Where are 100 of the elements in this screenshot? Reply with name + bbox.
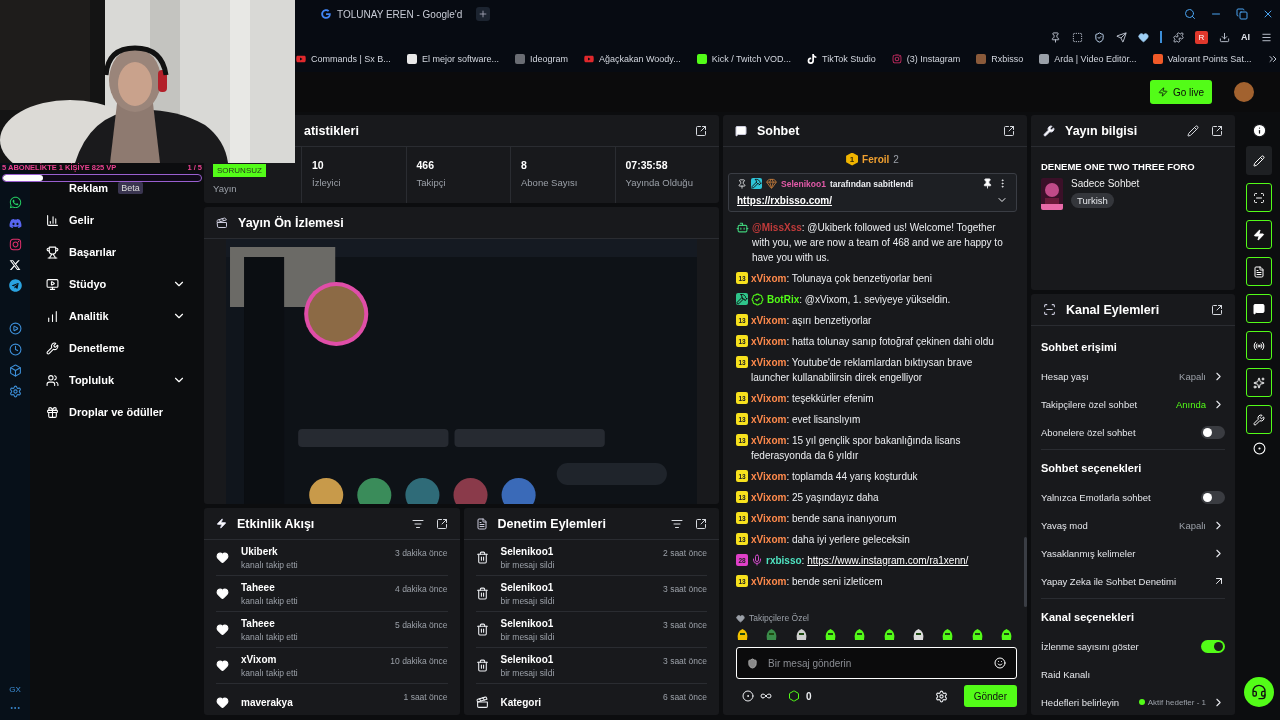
heart-icon[interactable] (1138, 31, 1149, 43)
user-name: Selenikoo1 (500, 653, 555, 665)
toggle-switch[interactable] (1201, 490, 1225, 504)
bookmark[interactable]: (3) Instagram (891, 54, 961, 64)
x-icon[interactable] (9, 259, 21, 271)
download-icon[interactable] (1219, 31, 1230, 43)
search-icon[interactable] (1184, 8, 1196, 20)
toggle-switch[interactable] (1201, 425, 1225, 439)
toggle-switch[interactable] (1201, 639, 1225, 653)
popout-icon[interactable] (1211, 303, 1223, 316)
status-dot (1138, 699, 1145, 705)
emote-icon[interactable] (970, 628, 984, 641)
event-time: 3 dakika önce (395, 548, 448, 558)
edit-button[interactable] (1246, 146, 1272, 175)
bookmark-icon (976, 54, 987, 64)
filter-icon[interactable] (411, 517, 424, 530)
setting-label: Yapay Zeka ile Sohbet Denetimi (1041, 575, 1177, 587)
user-name: Ukiberk (241, 545, 279, 557)
emote-icon[interactable] (824, 628, 837, 641)
wrench-button[interactable] (1246, 405, 1272, 434)
emote-icon[interactable] (736, 628, 749, 641)
go-live-button[interactable]: Go live (1149, 80, 1212, 104)
chat-message: xVixom: daha iyi yerlere geleceksin (751, 533, 911, 547)
edit-icon[interactable] (1187, 124, 1199, 137)
setting-label: Yasaklanmış kelimeler (1041, 547, 1137, 559)
send-button[interactable]: Gönder (963, 685, 1017, 707)
emote-icon[interactable] (941, 628, 955, 641)
unpin-icon[interactable] (982, 178, 993, 189)
emote-icon[interactable] (911, 628, 925, 641)
instagram-icon[interactable] (8, 238, 22, 251)
nav-item[interactable]: Droplar ve ödüller (30, 396, 200, 428)
new-tab-button[interactable] (476, 7, 491, 21)
bookmark[interactable]: Ideogram (514, 54, 568, 64)
broadcast-button[interactable] (1246, 331, 1272, 360)
panel-title: Denetim Eylemleri (497, 516, 606, 531)
popout-icon[interactable] (1003, 124, 1015, 137)
popout-icon[interactable] (695, 124, 707, 137)
telegram-icon[interactable] (8, 279, 22, 292)
nav-icon (46, 405, 59, 419)
preview-button[interactable] (1246, 183, 1272, 212)
send-icon[interactable] (1116, 31, 1127, 43)
info-icon[interactable] (1251, 123, 1267, 138)
nav-item[interactable]: Gelir (30, 204, 200, 236)
channel-button[interactable] (1246, 368, 1272, 397)
whatsapp-icon[interactable] (8, 196, 22, 209)
link[interactable]: https://rxbisso.com/ (737, 194, 832, 206)
restore-icon[interactable] (1236, 8, 1248, 20)
browser-tab[interactable]: TOLUNAY EREN - Google'd (315, 3, 469, 25)
nav-label: Denetleme (69, 342, 125, 354)
ai-button[interactable]: AI (1241, 32, 1250, 42)
emoji-icon[interactable] (994, 657, 1006, 669)
trash-icon (475, 623, 489, 636)
chat-button[interactable] (1246, 294, 1272, 323)
bookmark[interactable]: Kick / Twitch VOD... (696, 54, 791, 64)
emote-icon[interactable] (882, 628, 896, 641)
extension-button[interactable]: R (1195, 30, 1208, 44)
bookmark[interactable]: Arda | Video Editör... (1039, 54, 1137, 64)
nav-item[interactable]: Başarılar (30, 236, 200, 268)
panel-title: Kanal Eylemleri (1066, 302, 1160, 317)
close-icon[interactable] (1262, 8, 1274, 20)
bookmark[interactable]: El mejor software... (406, 54, 499, 64)
chat-message: xVixom: bende sana inanıyorum (751, 512, 898, 526)
emote-icon[interactable] (853, 628, 867, 641)
cube-icon[interactable] (8, 364, 22, 377)
event-text: bir mesajı sildi (500, 631, 556, 642)
nav-item[interactable]: Stüdyo (30, 268, 200, 300)
nav-item[interactable]: Denetleme (30, 332, 200, 364)
bookmark[interactable]: Valorant Points Sat... (1152, 54, 1252, 64)
category-icon (475, 695, 489, 709)
bookmark[interactable]: Ağaçkakan Woody... (583, 54, 681, 64)
extensions-icon[interactable] (1173, 31, 1184, 43)
message-box[interactable]: Bir mesaj gönderin (736, 647, 1017, 679)
message-input[interactable]: Bir mesaj gönderin (766, 656, 986, 670)
filter-icon[interactable] (671, 517, 683, 530)
discord-icon[interactable] (8, 217, 22, 230)
screenshot-icon[interactable] (1072, 31, 1083, 43)
popout-icon[interactable] (1211, 124, 1223, 137)
emote-icon[interactable] (999, 628, 1013, 641)
bookmark[interactable]: Commands | Sx B... (296, 54, 391, 64)
document-button[interactable] (1246, 257, 1272, 286)
avatar[interactable] (1234, 82, 1254, 102)
link[interactable]: https://www.instagram.com/ra1xenn/ (807, 555, 969, 566)
event-text: kanalı takip etti (241, 667, 299, 678)
nav-item[interactable]: Reklam Beta (30, 172, 200, 204)
nav-item[interactable]: Topluluk (30, 364, 200, 396)
clock-icon[interactable] (8, 343, 22, 356)
popout-icon[interactable] (435, 517, 448, 530)
bookmark[interactable]: TikTok Studio (807, 54, 876, 64)
event-time: 5 dakika önce (395, 620, 448, 630)
bookmark[interactable]: Rxbisso (976, 54, 1024, 64)
nav-item[interactable]: Analitik (30, 300, 200, 332)
activity-button[interactable] (1246, 220, 1272, 249)
shield-icon[interactable] (1094, 31, 1105, 43)
pin-icon[interactable] (1050, 31, 1061, 43)
emote-icon[interactable] (794, 628, 808, 641)
popout-icon[interactable] (695, 517, 707, 530)
nav-label: Reklam (69, 182, 109, 194)
menu-icon[interactable] (1261, 31, 1272, 43)
play-icon[interactable] (8, 322, 22, 335)
support-button[interactable] (1244, 677, 1274, 707)
